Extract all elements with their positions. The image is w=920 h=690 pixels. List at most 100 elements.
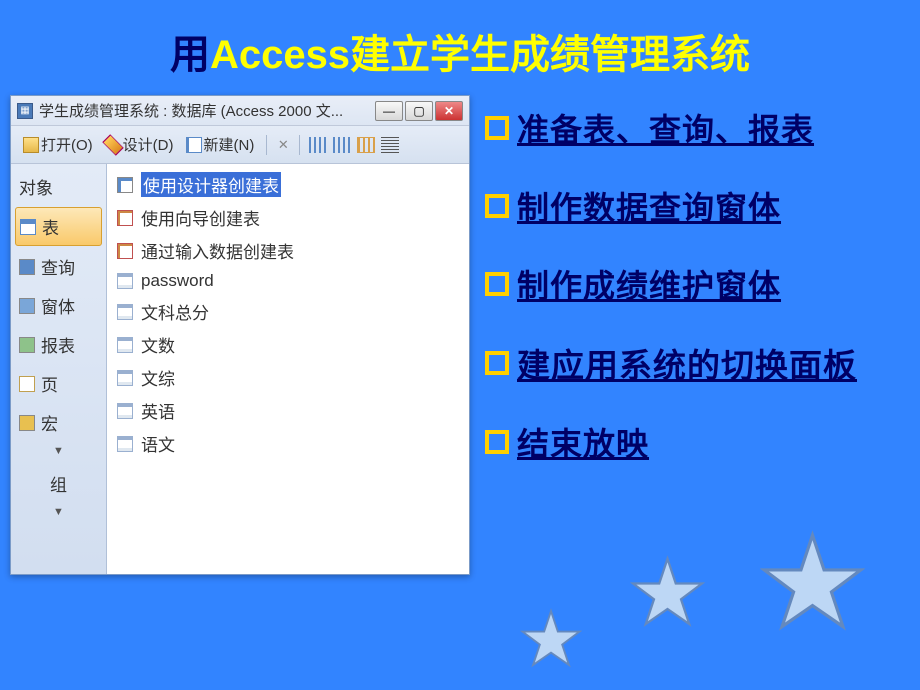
wizard-icon (117, 243, 133, 259)
toolbar-open-label: 打开(O) (41, 134, 93, 155)
table-icon (117, 436, 133, 452)
list-item[interactable]: 通过输入数据创建表 (111, 234, 465, 267)
bullet-item[interactable]: 结束放映 (485, 419, 905, 465)
query-icon (19, 259, 35, 275)
bullet-text: 建应用系统的切换面板 (517, 339, 857, 387)
sidebar-item-label: 报表 (41, 332, 75, 357)
close-button[interactable]: ✕ (435, 101, 463, 121)
app-icon: ▦ (17, 103, 33, 119)
toolbar-open[interactable]: 打开(O) (19, 132, 97, 157)
page-icon (19, 376, 35, 392)
title-post: 建立学生成绩管理系统 (350, 33, 750, 77)
list-item[interactable]: 文综 (111, 361, 465, 394)
window-title: 学生成绩管理系统 : 数据库 (Access 2000 文... (39, 100, 375, 121)
access-db-window: ▦ 学生成绩管理系统 : 数据库 (Access 2000 文... — ▢ ✕… (10, 95, 470, 575)
list-item[interactable]: 使用向导创建表 (111, 201, 465, 234)
bullet-icon (485, 430, 509, 454)
sidebar-group[interactable]: 组 (15, 465, 102, 502)
bullet-text: 制作数据查询窗体 (517, 183, 781, 229)
slide-title: 用Access建立学生成绩管理系统 (0, 0, 920, 95)
toolbar-new-label: 新建(N) (204, 134, 255, 155)
view-small-icon[interactable] (333, 137, 351, 153)
bullet-item[interactable]: 建应用系统的切换面板 (485, 339, 905, 387)
sidebar-group-label: 组 (50, 476, 67, 495)
view-list-icon[interactable] (357, 137, 375, 153)
list-item[interactable]: 文数 (111, 328, 465, 361)
sidebar-item-pages[interactable]: 页 (15, 365, 102, 402)
sidebar-item-macros[interactable]: 宏 (15, 404, 102, 441)
table-icon (20, 219, 36, 235)
list-item-label: password (141, 271, 214, 291)
bullet-icon (485, 194, 509, 218)
sidebar-item-label: 宏 (41, 410, 58, 435)
bullet-text: 结束放映 (517, 419, 649, 465)
list-item-label: 文数 (141, 332, 175, 357)
view-details-icon[interactable] (381, 137, 399, 153)
toolbar-separator (266, 135, 267, 155)
content-area: ▦ 学生成绩管理系统 : 数据库 (Access 2000 文... — ▢ ✕… (0, 95, 920, 575)
sidebar-item-tables[interactable]: 表 (15, 207, 102, 246)
list-item[interactable]: 语文 (111, 427, 465, 460)
bullet-icon (485, 272, 509, 296)
sidebar-header: 对象 (15, 168, 102, 205)
list-item-label: 文综 (141, 365, 175, 390)
form-icon (19, 298, 35, 314)
wizard-icon (117, 177, 133, 193)
sidebar-group-scroll[interactable]: ▼ (15, 504, 102, 520)
new-icon (186, 137, 202, 153)
list-item-label: 使用设计器创建表 (141, 172, 281, 197)
list-item[interactable]: 使用设计器创建表 (111, 168, 465, 201)
list-item-label: 语文 (141, 431, 175, 456)
sidebar-item-label: 表 (42, 214, 59, 239)
object-list: 使用设计器创建表 使用向导创建表 通过输入数据创建表 password 文科总分 (107, 164, 469, 574)
star-icon (520, 608, 582, 670)
bullet-item[interactable]: 制作成绩维护窗体 (485, 261, 905, 307)
bullet-item[interactable]: 制作数据查询窗体 (485, 183, 905, 229)
view-large-icon[interactable] (309, 137, 327, 153)
bullet-icon (485, 351, 509, 375)
table-icon (117, 403, 133, 419)
sidebar-item-label: 窗体 (41, 293, 75, 318)
db-body: 对象 表 查询 窗体 报表 (11, 164, 469, 574)
toolbar-new[interactable]: 新建(N) (182, 132, 259, 157)
sidebar-item-reports[interactable]: 报表 (15, 326, 102, 363)
bullet-list: 准备表、查询、报表 制作数据查询窗体 制作成绩维护窗体 建应用系统的切换面板 结… (485, 95, 910, 575)
report-icon (19, 337, 35, 353)
sidebar: 对象 表 查询 窗体 报表 (11, 164, 107, 574)
list-item[interactable]: 文科总分 (111, 295, 465, 328)
maximize-button[interactable]: ▢ (405, 101, 433, 121)
table-icon (117, 273, 133, 289)
table-icon (117, 337, 133, 353)
toolbar-design-label: 设计(D) (123, 134, 174, 155)
sidebar-item-label: 查询 (41, 254, 75, 279)
table-icon (117, 304, 133, 320)
window-titlebar: ▦ 学生成绩管理系统 : 数据库 (Access 2000 文... — ▢ ✕ (11, 96, 469, 126)
toolbar-separator (299, 135, 300, 155)
sidebar-item-forms[interactable]: 窗体 (15, 287, 102, 324)
window-buttons: — ▢ ✕ (375, 101, 463, 121)
sidebar-item-label: 页 (41, 371, 58, 396)
list-item-label: 通过输入数据创建表 (141, 238, 294, 263)
list-item-label: 文科总分 (141, 299, 209, 324)
pencil-icon (102, 134, 123, 155)
list-item-label: 使用向导创建表 (141, 205, 260, 230)
sidebar-header-label: 对象 (19, 174, 53, 199)
toolbar-design[interactable]: 设计(D) (101, 132, 178, 157)
macro-icon (19, 415, 35, 431)
folder-icon (23, 137, 39, 153)
list-item-label: 英语 (141, 398, 175, 423)
bullet-text: 制作成绩维护窗体 (517, 261, 781, 307)
title-pre: 用 (170, 33, 210, 77)
list-item[interactable]: 英语 (111, 394, 465, 427)
table-icon (117, 370, 133, 386)
title-highlight: Access (210, 33, 350, 77)
bullet-icon (485, 116, 509, 140)
list-item[interactable]: password (111, 267, 465, 295)
minimize-button[interactable]: — (375, 101, 403, 121)
bullet-item[interactable]: 准备表、查询、报表 (485, 105, 905, 151)
bullet-text: 准备表、查询、报表 (517, 105, 814, 151)
wizard-icon (117, 210, 133, 226)
delete-icon[interactable]: ✕ (275, 137, 291, 153)
sidebar-item-queries[interactable]: 查询 (15, 248, 102, 285)
sidebar-scroll-down[interactable]: ▼ (15, 443, 102, 459)
